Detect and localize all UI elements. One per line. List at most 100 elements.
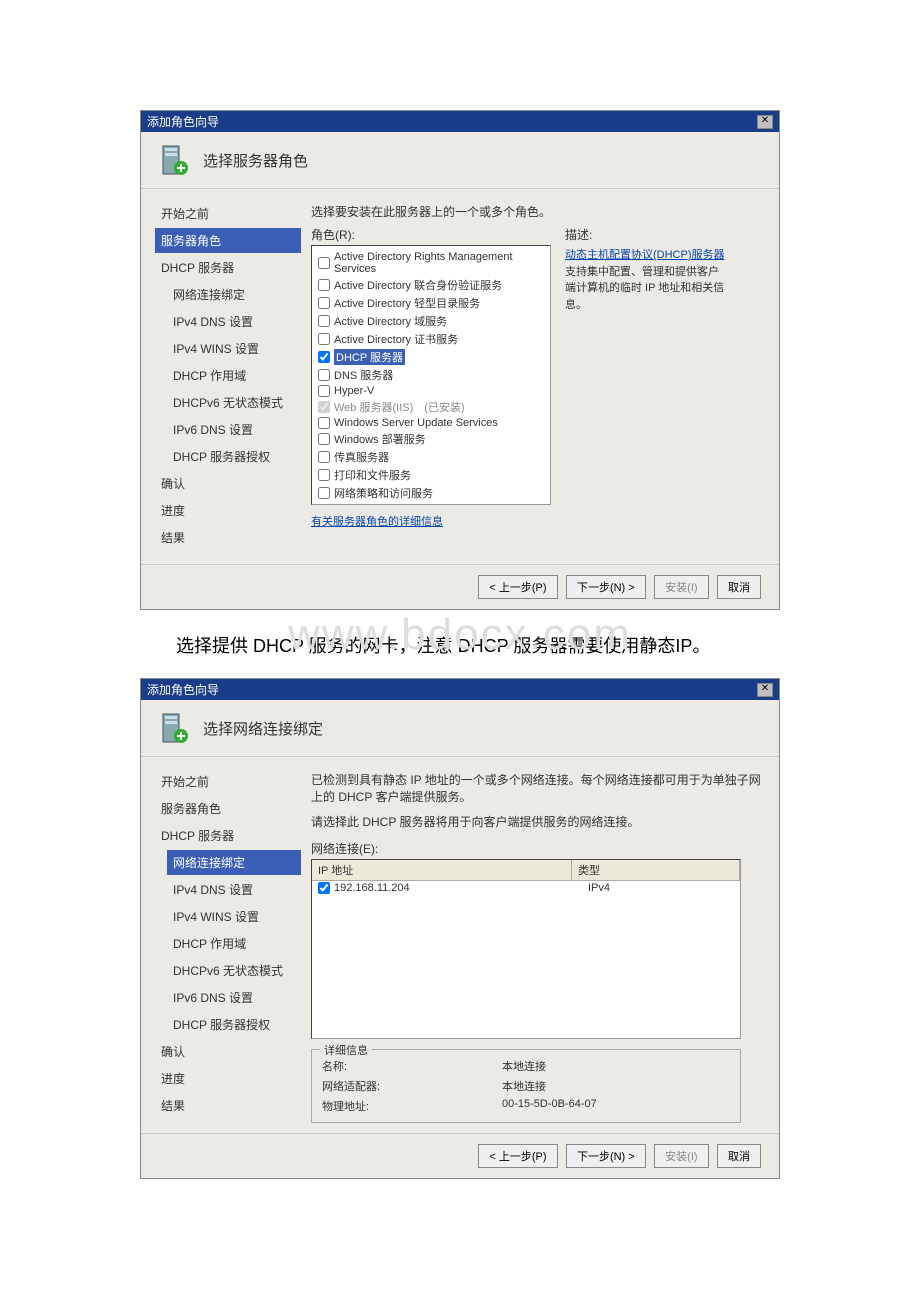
details-value: 本地连接 bbox=[502, 1078, 546, 1094]
details-row: 网络适配器:本地连接 bbox=[322, 1076, 730, 1096]
sidebar-item[interactable]: 确认 bbox=[155, 1039, 301, 1064]
role-item[interactable]: Active Directory Rights Management Servi… bbox=[316, 250, 546, 276]
sidebar: 开始之前服务器角色DHCP 服务器网络连接绑定IPv4 DNS 设置IPv4 W… bbox=[141, 189, 301, 564]
role-item[interactable]: Active Directory 域服务 bbox=[316, 312, 546, 330]
sidebar-item[interactable]: DHCP 服务器授权 bbox=[167, 1012, 301, 1037]
role-item[interactable]: Hyper-V bbox=[316, 384, 546, 398]
more-info-link[interactable]: 有关服务器角色的详细信息 bbox=[311, 513, 551, 529]
sidebar-item[interactable]: IPv4 WINS 设置 bbox=[167, 904, 301, 929]
role-checkbox[interactable] bbox=[318, 369, 330, 381]
role-item[interactable]: 网络策略和访问服务 bbox=[316, 484, 546, 502]
next-button[interactable]: 下一步(N) > bbox=[566, 1144, 646, 1168]
instruction-2: 请选择此 DHCP 服务器将用于向客户端提供服务的网络连接。 bbox=[311, 813, 761, 830]
prev-button[interactable]: < 上一步(P) bbox=[478, 575, 557, 599]
sidebar-item[interactable]: DHCP 作用域 bbox=[167, 931, 301, 956]
instruction-1: 已检测到具有静态 IP 地址的一个或多个网络连接。每个网络连接都可用于为单独子网… bbox=[311, 771, 761, 805]
role-label: Active Directory 证书服务 bbox=[334, 331, 458, 347]
sidebar-item[interactable]: 服务器角色 bbox=[155, 796, 301, 821]
desc-title: 描述: bbox=[565, 226, 725, 243]
sidebar-item[interactable]: 网络连接绑定 bbox=[167, 282, 301, 307]
conn-label: 网络连接(E): bbox=[311, 840, 761, 857]
wizard-header: 选择网络连接绑定 bbox=[141, 700, 779, 757]
server-icon bbox=[159, 712, 191, 744]
sidebar-item[interactable]: 网络连接绑定 bbox=[167, 850, 301, 875]
roles-listbox[interactable]: Active Directory Rights Management Servi… bbox=[311, 245, 551, 505]
details-group: 详细信息 名称:本地连接网络适配器:本地连接物理地址:00-15-5D-0B-6… bbox=[311, 1049, 741, 1123]
role-checkbox[interactable] bbox=[318, 351, 330, 363]
details-label: 物理地址: bbox=[322, 1098, 502, 1114]
sidebar-item[interactable]: 开始之前 bbox=[155, 769, 301, 794]
sidebar-item[interactable]: DHCP 服务器 bbox=[155, 823, 301, 848]
role-checkbox[interactable] bbox=[318, 279, 330, 291]
next-button[interactable]: 下一步(N) > bbox=[566, 575, 646, 599]
sidebar-item[interactable]: 结果 bbox=[155, 1093, 301, 1118]
role-checkbox[interactable] bbox=[318, 469, 330, 481]
sidebar-item[interactable]: IPv4 WINS 设置 bbox=[167, 336, 301, 361]
sidebar-item[interactable]: DHCPv6 无状态模式 bbox=[167, 958, 301, 983]
sidebar-item[interactable]: 进度 bbox=[155, 498, 301, 523]
content-area: 选择要安装在此服务器上的一个或多个角色。 角色(R): Active Direc… bbox=[301, 189, 779, 564]
role-item[interactable]: 传真服务器 bbox=[316, 448, 546, 466]
install-button: 安装(I) bbox=[654, 575, 708, 599]
role-label: 传真服务器 bbox=[334, 449, 389, 465]
role-item[interactable]: 文件服务 bbox=[316, 502, 546, 505]
td-ip: 192.168.11.204 bbox=[334, 882, 588, 894]
role-item[interactable]: Active Directory 轻型目录服务 bbox=[316, 294, 546, 312]
table-header: IP 地址 类型 bbox=[312, 860, 740, 881]
details-row: 物理地址:00-15-5D-0B-64-07 bbox=[322, 1096, 730, 1116]
window-title: 添加角色向导 bbox=[147, 681, 219, 698]
role-checkbox[interactable] bbox=[318, 297, 330, 309]
role-checkbox[interactable] bbox=[318, 385, 330, 397]
role-item[interactable]: Windows Server Update Services bbox=[316, 416, 546, 430]
conn-checkbox[interactable] bbox=[318, 882, 330, 894]
sidebar-item[interactable]: 确认 bbox=[155, 471, 301, 496]
prev-button[interactable]: < 上一步(P) bbox=[478, 1144, 557, 1168]
role-checkbox[interactable] bbox=[318, 315, 330, 327]
role-checkbox[interactable] bbox=[318, 257, 330, 269]
role-checkbox[interactable] bbox=[318, 417, 330, 429]
sidebar-item[interactable]: DHCP 服务器授权 bbox=[167, 444, 301, 469]
desc-rest: 支持集中配置、管理和提供客户端计算机的临时 IP 地址和相关信息。 bbox=[565, 266, 724, 311]
sidebar-item[interactable]: DHCP 作用域 bbox=[167, 363, 301, 388]
role-label: Active Directory Rights Management Servi… bbox=[334, 251, 544, 275]
button-bar: < 上一步(P) 下一步(N) > 安装(I) 取消 bbox=[141, 1133, 779, 1178]
cancel-button[interactable]: 取消 bbox=[717, 1144, 761, 1168]
role-item[interactable]: DHCP 服务器 bbox=[316, 348, 546, 366]
role-checkbox[interactable] bbox=[318, 487, 330, 499]
details-label: 名称: bbox=[322, 1058, 502, 1074]
sidebar-item[interactable]: IPv6 DNS 设置 bbox=[167, 985, 301, 1010]
sidebar-item[interactable]: 结果 bbox=[155, 525, 301, 550]
table-row[interactable]: 192.168.11.204 IPv4 bbox=[312, 881, 740, 895]
sidebar-item[interactable]: 服务器角色 bbox=[155, 228, 301, 253]
role-checkbox bbox=[318, 401, 330, 413]
sidebar-item[interactable]: IPv4 DNS 设置 bbox=[167, 877, 301, 902]
role-label: 打印和文件服务 bbox=[334, 467, 411, 483]
sidebar-item[interactable]: IPv4 DNS 设置 bbox=[167, 309, 301, 334]
role-item[interactable]: DNS 服务器 bbox=[316, 366, 546, 384]
role-item[interactable]: 打印和文件服务 bbox=[316, 466, 546, 484]
desc-link[interactable]: 动态主机配置协议(DHCP)服务器 bbox=[565, 249, 725, 261]
role-item: Web 服务器(IIS) (已安装) bbox=[316, 398, 546, 416]
role-label: Web 服务器(IIS) (已安装) bbox=[334, 399, 465, 415]
close-icon[interactable]: ✕ bbox=[757, 115, 773, 129]
close-icon[interactable]: ✕ bbox=[757, 683, 773, 697]
th-type[interactable]: 类型 bbox=[572, 860, 740, 880]
role-checkbox[interactable] bbox=[318, 433, 330, 445]
connections-table[interactable]: IP 地址 类型 192.168.11.204 IPv4 bbox=[311, 859, 741, 1039]
role-label: 网络策略和访问服务 bbox=[334, 485, 433, 501]
cancel-button[interactable]: 取消 bbox=[717, 575, 761, 599]
sidebar-item[interactable]: DHCPv6 无状态模式 bbox=[167, 390, 301, 415]
role-checkbox[interactable] bbox=[318, 451, 330, 463]
wizard-1: 添加角色向导 ✕ 选择服务器角色 开始之前服务器角色DHCP 服务器网络连接绑定… bbox=[140, 110, 780, 610]
sidebar-item[interactable]: 开始之前 bbox=[155, 201, 301, 226]
role-item[interactable]: Windows 部署服务 bbox=[316, 430, 546, 448]
role-label: Active Directory 联合身份验证服务 bbox=[334, 277, 502, 293]
th-ip[interactable]: IP 地址 bbox=[312, 860, 572, 880]
role-item[interactable]: Active Directory 联合身份验证服务 bbox=[316, 276, 546, 294]
role-checkbox[interactable] bbox=[318, 333, 330, 345]
sidebar-item[interactable]: DHCP 服务器 bbox=[155, 255, 301, 280]
sidebar: 开始之前服务器角色DHCP 服务器网络连接绑定IPv4 DNS 设置IPv4 W… bbox=[141, 757, 301, 1133]
sidebar-item[interactable]: 进度 bbox=[155, 1066, 301, 1091]
role-item[interactable]: Active Directory 证书服务 bbox=[316, 330, 546, 348]
sidebar-item[interactable]: IPv6 DNS 设置 bbox=[167, 417, 301, 442]
